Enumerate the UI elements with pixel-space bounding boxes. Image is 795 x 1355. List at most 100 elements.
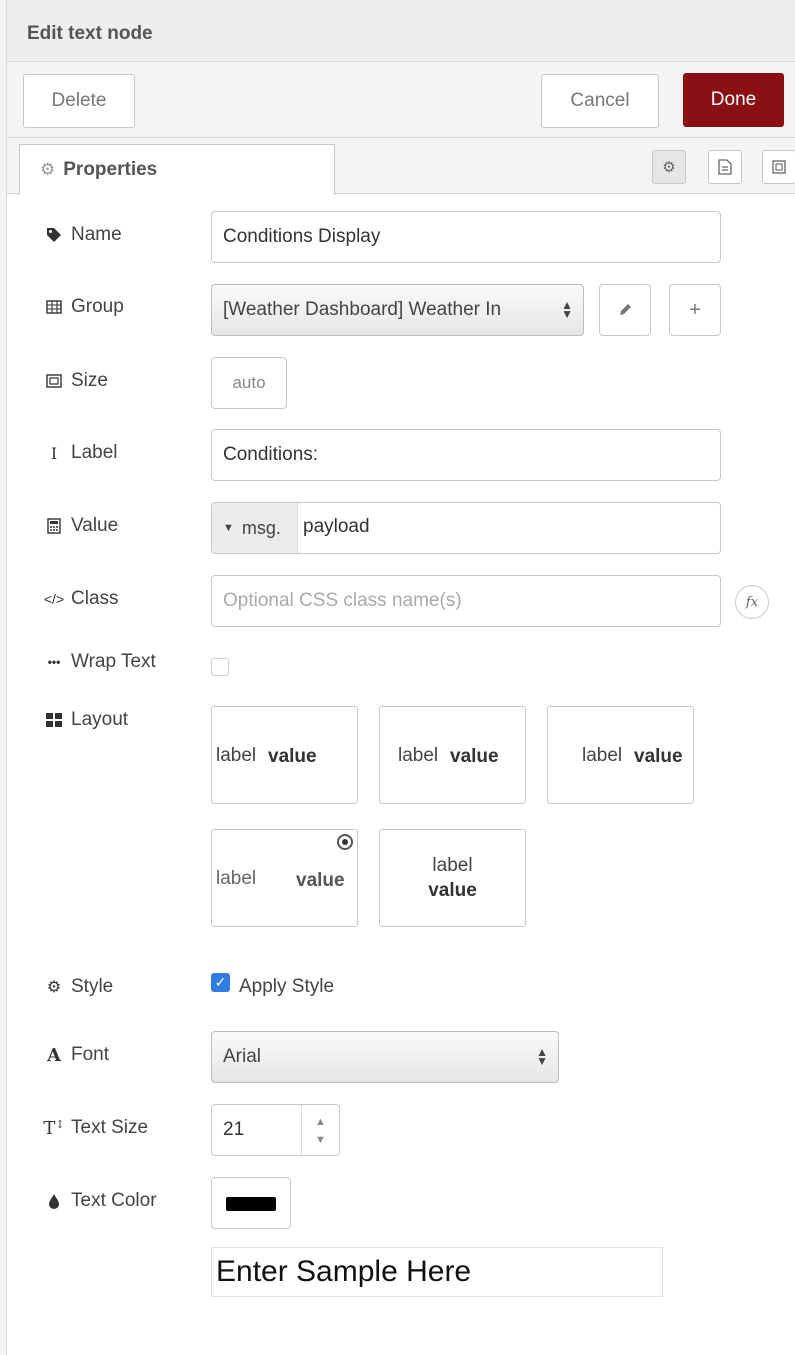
- label-input[interactable]: Conditions:: [211, 429, 721, 481]
- value-label: Value: [71, 515, 119, 536]
- tab-properties[interactable]: ⚙ Properties: [19, 144, 335, 195]
- size-label: Size: [71, 370, 108, 391]
- stepper-down-icon[interactable]: ▼: [315, 1134, 326, 1146]
- layout-option-value: value: [634, 746, 683, 767]
- font-row-label: A Font: [43, 1044, 109, 1066]
- layout-option-value: value: [268, 746, 317, 767]
- text-color-label: Text Color: [71, 1190, 157, 1211]
- group-select[interactable]: [Weather Dashboard] Weather In ▲ ▼: [211, 284, 584, 336]
- layout-option-1[interactable]: label value: [211, 706, 358, 804]
- text-color-row-label: Text Color: [43, 1190, 157, 1212]
- layout-row-label: Layout: [43, 709, 128, 731]
- file-icon: [718, 159, 732, 175]
- table-icon: [43, 300, 65, 314]
- gear-icon: ⚙: [40, 160, 56, 179]
- tab-properties-label: Properties: [63, 159, 158, 180]
- sample-text-input[interactable]: Enter Sample Here: [211, 1247, 663, 1297]
- name-input[interactable]: Conditions Display: [211, 211, 721, 263]
- edit-node-panel: Edit text node Delete Cancel Done ⚙ Prop…: [6, 0, 795, 1355]
- class-row-label: </> Class: [43, 588, 119, 610]
- text-size-label: Text Size: [71, 1117, 149, 1138]
- text-size-value: 21: [223, 1119, 245, 1140]
- layout-option-3[interactable]: label value: [547, 706, 694, 804]
- size-button[interactable]: auto: [211, 357, 287, 409]
- delete-button[interactable]: Delete: [23, 74, 135, 128]
- panel-header: Edit text node: [7, 0, 795, 62]
- panel-title: Edit text node: [27, 23, 153, 44]
- font-icon: A: [47, 1044, 61, 1066]
- text-size-row-label: T ↕ Text Size: [43, 1117, 148, 1139]
- text-size-input[interactable]: 21 ▲ ▼: [211, 1104, 340, 1157]
- layout-option-value: value: [428, 880, 477, 901]
- font-select[interactable]: Arial ▲ ▼: [211, 1031, 559, 1083]
- layout-label: Layout: [71, 709, 129, 730]
- label-row-label: I Label: [43, 442, 118, 464]
- pencil-icon: [620, 304, 631, 315]
- group-label: Group: [71, 296, 124, 317]
- wrap-text-checkbox[interactable]: [211, 658, 229, 676]
- stepper-up-icon[interactable]: ▲: [315, 1116, 326, 1128]
- text-size-stepper[interactable]: ▲ ▼: [301, 1105, 339, 1157]
- value-typed-input[interactable]: ▼ msg. payload: [211, 502, 721, 554]
- gear-icon: ⚙: [46, 979, 62, 996]
- apply-style-checkbox[interactable]: ✓: [211, 973, 230, 992]
- ellipsis-icon: •••: [47, 655, 61, 669]
- color-fill: [226, 1197, 276, 1211]
- value-type-dropdown[interactable]: ▼ msg.: [212, 503, 298, 553]
- fx-button[interactable]: fx: [735, 585, 769, 619]
- tag-icon: [43, 227, 65, 243]
- select-arrows-icon: ▲ ▼: [536, 1045, 548, 1068]
- name-row-label: Name: [43, 224, 122, 246]
- font-label: Font: [71, 1044, 110, 1065]
- fx-icon: fx: [745, 594, 759, 610]
- tint-icon: [43, 1193, 65, 1209]
- select-arrows-icon: ▲ ▼: [561, 298, 573, 321]
- done-button[interactable]: Done: [683, 73, 784, 127]
- wrap-text-label: Wrap Text: [71, 651, 156, 672]
- class-input[interactable]: Optional CSS class name(s): [211, 575, 721, 627]
- group-row-label: Group: [43, 296, 124, 318]
- settings-tab-button[interactable]: ⚙: [652, 150, 686, 184]
- code-icon: </>: [43, 591, 65, 607]
- layout-option-value: value: [296, 870, 345, 891]
- layout-option-2[interactable]: label value: [379, 706, 526, 804]
- layout-option-label: label: [432, 855, 473, 876]
- layout-option-value: value: [450, 746, 499, 767]
- text-cursor-icon: I: [50, 443, 58, 463]
- selected-radio-icon: [337, 834, 353, 850]
- layout-option-5[interactable]: label value: [379, 829, 526, 927]
- style-row-label: ⚙ Style: [43, 976, 113, 998]
- appearance-tab-button[interactable]: [762, 150, 795, 184]
- style-label: Style: [71, 976, 114, 997]
- size-row-label: Size: [43, 370, 108, 392]
- add-group-button[interactable]: +: [669, 284, 721, 336]
- text-color-picker[interactable]: [211, 1177, 291, 1229]
- caret-down-icon: ▼: [223, 522, 234, 534]
- cancel-button[interactable]: Cancel: [541, 74, 659, 128]
- group-select-value: [Weather Dashboard] Weather In: [223, 299, 502, 320]
- frame-icon: [772, 160, 786, 174]
- value-input-text: payload: [303, 516, 370, 537]
- layout-option-4[interactable]: label value: [211, 829, 358, 927]
- plus-icon: +: [689, 298, 701, 321]
- edit-group-button[interactable]: [599, 284, 651, 336]
- value-row-label: Value: [43, 515, 118, 537]
- wrap-text-row-label: ••• Wrap Text: [43, 651, 156, 673]
- layout-option-label: label: [216, 745, 257, 766]
- layout-option-label: label: [398, 745, 439, 766]
- class-label: Class: [71, 588, 119, 609]
- name-label: Name: [71, 224, 122, 245]
- gear-icon: ⚙: [662, 159, 676, 176]
- grid-icon: [43, 713, 65, 727]
- layout-option-label: label: [216, 868, 257, 889]
- apply-style-label: Apply Style: [239, 976, 335, 997]
- description-tab-button[interactable]: [708, 150, 742, 184]
- action-toolbar: Delete Cancel Done: [7, 62, 795, 138]
- layout-option-label: label: [582, 745, 623, 766]
- calculator-icon: [43, 518, 65, 534]
- checkmark-icon: ✓: [214, 974, 227, 990]
- value-type-prefix: msg.: [241, 517, 281, 538]
- frame-icon: [43, 373, 65, 389]
- tabs-bar: ⚙ Properties ⚙: [7, 138, 795, 195]
- label-label: Label: [71, 442, 118, 463]
